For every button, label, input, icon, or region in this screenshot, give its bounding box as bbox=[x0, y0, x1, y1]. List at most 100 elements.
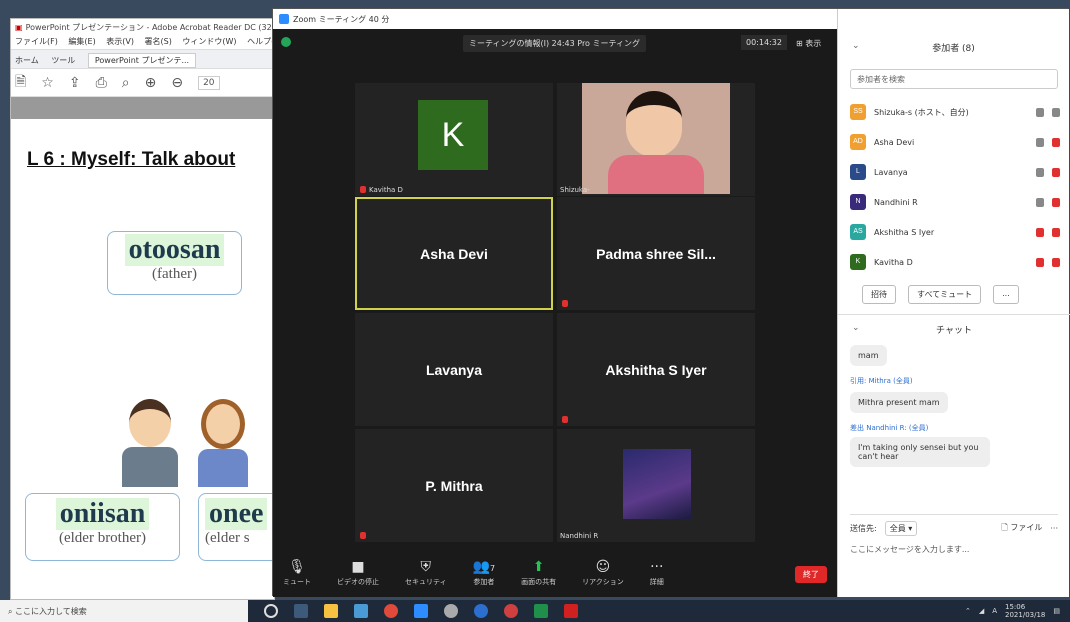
bookmark-star-icon[interactable]: ☆ bbox=[41, 75, 54, 91]
slide: L 6 : Myself: Talk about otoosan (father… bbox=[11, 141, 288, 581]
file-explorer-icon[interactable] bbox=[324, 604, 338, 618]
print-icon[interactable]: ⎙ bbox=[96, 75, 107, 91]
chat-more-icon[interactable]: ··· bbox=[1050, 524, 1058, 533]
participant-row[interactable]: L Lavanya bbox=[850, 157, 1060, 187]
meeting-area: ミーティングの情報(I) 24:43 Pro ミーティング 00:14:32 ⊞… bbox=[273, 29, 837, 549]
zoom-icon[interactable]: ⌕ bbox=[122, 75, 130, 91]
menu-sign[interactable]: 署名(S) bbox=[145, 37, 172, 46]
zoom-window-title: Zoom ミーティング 40 分 bbox=[293, 14, 390, 24]
chrome-icon[interactable] bbox=[384, 604, 398, 618]
participants-button[interactable]: 👥7 参加者 bbox=[473, 559, 496, 587]
video-icon bbox=[1052, 107, 1060, 117]
chat-sender: 差出 Nandhini R: (全員) bbox=[850, 424, 929, 432]
security-button[interactable]: ⛨ セキュリティ bbox=[405, 559, 447, 587]
app-icon[interactable] bbox=[504, 604, 518, 618]
tile-label: Shizuka- bbox=[560, 186, 590, 194]
word-box-otoosan: otoosan (father) bbox=[107, 231, 242, 295]
tab-tools[interactable]: ツール bbox=[51, 56, 75, 65]
participants-count: 7 bbox=[490, 564, 496, 573]
menu-help[interactable]: ヘルプ(H) bbox=[247, 37, 274, 46]
menu-file[interactable]: ファイル(F) bbox=[15, 37, 58, 46]
video-tile-lavanya[interactable]: Lavanya bbox=[355, 313, 553, 426]
participant-search-input[interactable]: 参加者を検索 bbox=[850, 69, 1058, 89]
participants-icon: 👥7 bbox=[472, 559, 496, 575]
cortana-icon[interactable] bbox=[264, 604, 278, 618]
next-page-icon[interactable]: ⊖ bbox=[171, 75, 183, 91]
tile-name: Akshitha S Iyer bbox=[605, 361, 707, 378]
video-tile-nandhini[interactable]: Nandhini R bbox=[557, 429, 755, 542]
more-button[interactable]: ··· 詳細 bbox=[650, 559, 664, 587]
chat-sender: 引用: Mithra (全員) bbox=[850, 377, 913, 385]
video-tile-mithra[interactable]: P. Mithra bbox=[355, 429, 553, 542]
participant-row[interactable]: SS Shizuka-s (ホスト、自分) bbox=[850, 97, 1060, 127]
word-en: (father) bbox=[152, 266, 197, 282]
microphone-off-icon bbox=[1036, 227, 1044, 237]
participant-row[interactable]: AD Asha Devi bbox=[850, 127, 1060, 157]
chat-message: I'm taking only sensei but you can't hea… bbox=[850, 437, 990, 467]
video-tile-shizuka[interactable]: Shizuka- bbox=[557, 83, 755, 196]
excel-icon[interactable] bbox=[534, 604, 548, 618]
microphone-off-icon bbox=[1036, 257, 1044, 267]
settings-icon[interactable] bbox=[444, 604, 458, 618]
file-button[interactable]: 🗋 ファイル bbox=[1001, 522, 1042, 536]
participant-name: Akshitha S Iyer bbox=[874, 227, 935, 237]
participant-row[interactable]: K Kavitha D bbox=[850, 247, 1060, 277]
chat-message: Mithra present mam bbox=[850, 392, 948, 413]
stop-video-button[interactable]: ■ ビデオの停止 bbox=[337, 559, 379, 587]
participant-row[interactable]: AS Akshitha S Iyer bbox=[850, 217, 1060, 247]
tab-home[interactable]: ホーム bbox=[15, 56, 39, 65]
zoom-logo-icon bbox=[279, 14, 289, 24]
video-tile-akshitha[interactable]: Akshitha S Iyer bbox=[557, 313, 755, 426]
share-screen-icon: ⬆ bbox=[532, 559, 545, 575]
video-tile-padma[interactable]: Padma shree Sil... bbox=[557, 197, 755, 310]
end-meeting-button[interactable]: 終了 bbox=[795, 566, 827, 583]
reactions-button[interactable]: ☺ リアクション bbox=[582, 559, 624, 587]
avatar: K bbox=[850, 254, 866, 270]
chat-input[interactable]: ここにメッセージを入力します... bbox=[850, 544, 1058, 555]
lang-indicator[interactable]: A bbox=[992, 607, 997, 615]
tile-name: Asha Devi bbox=[420, 245, 488, 262]
mute-all-button[interactable]: すべてミュート bbox=[908, 285, 982, 304]
page-number-input[interactable]: 20 bbox=[198, 75, 220, 90]
webcam-video bbox=[582, 83, 730, 194]
prev-page-icon[interactable]: ⊕ bbox=[145, 75, 157, 91]
recipient-select[interactable]: 全員 ▾ bbox=[884, 521, 918, 536]
chat-recipient-row: 送信先: 全員 ▾ 🗋 ファイル ··· bbox=[850, 521, 1058, 536]
store-icon[interactable] bbox=[354, 604, 368, 618]
more-options-button[interactable]: ... bbox=[993, 285, 1019, 304]
chat-message: mam bbox=[850, 345, 887, 366]
word-jp: oniisan bbox=[55, 498, 150, 530]
word-jp: otoosan bbox=[124, 234, 225, 266]
tab-document[interactable]: PowerPoint プレゼンテ... bbox=[87, 53, 197, 68]
invite-button[interactable]: 招待 bbox=[862, 285, 896, 304]
acrobat-menu: ファイル(F) 編集(E) 表示(V) 署名(S) ウィンドウ(W) ヘルプ(H… bbox=[11, 35, 274, 49]
mute-button[interactable]: 🎙 ミュート bbox=[283, 559, 311, 587]
mic-off-icon bbox=[562, 416, 568, 423]
upload-icon[interactable]: ⇪ bbox=[69, 75, 81, 91]
meeting-info[interactable]: ミーティングの情報(I) 24:43 Pro ミーティング bbox=[463, 35, 647, 52]
task-view-icon[interactable] bbox=[294, 604, 308, 618]
video-tile-asha[interactable]: Asha Devi bbox=[355, 197, 553, 310]
menu-view[interactable]: 表示(V) bbox=[106, 37, 134, 46]
avatar: N bbox=[850, 194, 866, 210]
view-button[interactable]: ⊞ 表示 bbox=[793, 35, 824, 52]
video-tile-kavitha[interactable]: K Kavitha D bbox=[355, 83, 553, 196]
acrobat-taskbar-icon[interactable] bbox=[564, 604, 578, 618]
profile-picture bbox=[623, 449, 691, 519]
participant-row[interactable]: N Nandhini R bbox=[850, 187, 1060, 217]
network-icon[interactable]: ◢ bbox=[979, 607, 984, 615]
clock[interactable]: 15:06 2021/03/18 bbox=[1005, 603, 1045, 619]
taskbar-search-input[interactable]: ⌕ ここに入力して検索 bbox=[0, 600, 248, 622]
desktop: ▣ PowerPoint プレゼンテーション - Adobe Acrobat Re… bbox=[0, 0, 1070, 622]
share-screen-button[interactable]: ⬆ 画面の共有 bbox=[521, 559, 556, 587]
notification-icon[interactable]: ▤ bbox=[1053, 607, 1060, 615]
up-arrow-icon[interactable]: ⌃ bbox=[965, 607, 971, 615]
save-icon[interactable]: 🗎 bbox=[15, 71, 26, 95]
menu-edit[interactable]: 編集(E) bbox=[68, 37, 95, 46]
encryption-shield-icon[interactable] bbox=[281, 37, 291, 47]
reaction-icon: ☺ bbox=[595, 559, 611, 575]
zoom-taskbar-icon[interactable] bbox=[414, 604, 428, 618]
avatar: K bbox=[418, 100, 488, 170]
edge-icon[interactable] bbox=[474, 604, 488, 618]
menu-window[interactable]: ウィンドウ(W) bbox=[182, 37, 236, 46]
